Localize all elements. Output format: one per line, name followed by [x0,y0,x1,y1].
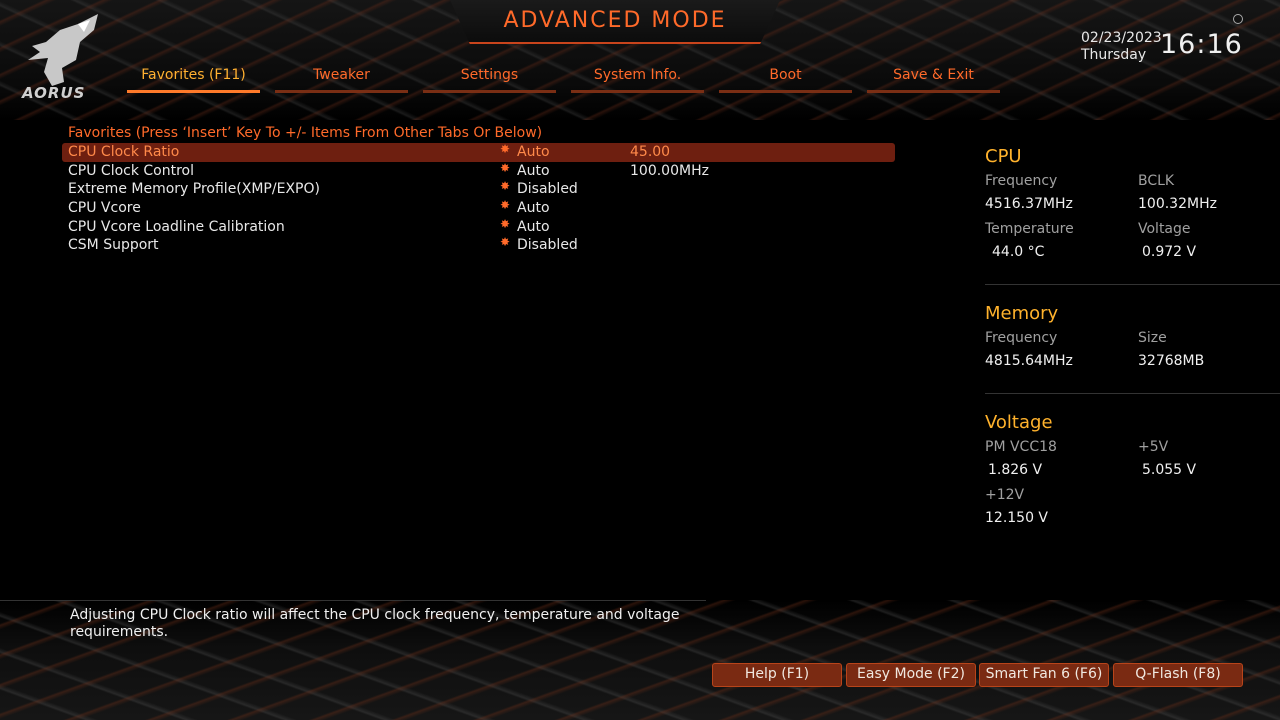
favorite-star-icon: ✸ [500,198,511,213]
voltage-title: Voltage [985,412,1053,433]
setting-value[interactable]: Auto [517,143,550,161]
tab-save-exit[interactable]: Save & Exit [867,64,1000,93]
memory-frequency-label: Frequency [985,330,1058,346]
favorites-header: Favorites (Press ‘Insert’ Key To +/- Ite… [68,125,543,141]
voltage-section: Voltage PM VCC18 +5V 1.826 V 5.055 V +12… [985,412,1280,535]
memory-frequency-value: 4815.64MHz [985,353,1073,369]
voltage-pm-5v: PM VCC18 +5V 1.826 V 5.055 V [985,439,1280,487]
cpu-bclk-value: 100.32MHz [1138,196,1217,212]
cpu-bclk-label: BCLK [1138,173,1175,189]
setting-row-cpu-vcore-llc[interactable]: CPU Vcore Loadline Calibration ✸ Auto [62,216,895,237]
setting-label: CSM Support [68,237,159,254]
memory-size-label: Size [1138,330,1167,346]
setting-row-cpu-clock-ratio[interactable]: CPU Clock Ratio ✸ Auto 45.00 [62,142,895,162]
setting-label: Extreme Memory Profile(XMP/EXPO) [68,181,320,198]
q-flash-button[interactable]: Q-Flash (F8) [1113,663,1243,687]
cpu-frequency-value: 4516.37MHz [985,196,1073,212]
pm-vcc18-label: PM VCC18 [985,439,1057,455]
plus5v-label: +5V [1138,439,1169,455]
memory-section: Memory Frequency Size 4815.64MHz 32768MB [985,303,1280,378]
tab-boot[interactable]: Boot [719,64,852,93]
plus5v-value: 5.055 V [1142,462,1197,478]
tab-favorites[interactable]: Favorites (F11) [127,64,260,93]
tab-tweaker[interactable]: Tweaker [275,64,408,93]
setting-row-xmp-expo[interactable]: Extreme Memory Profile(XMP/EXPO) ✸ Disab… [62,179,895,199]
date-display: 02/23/2023 Thursday [1081,30,1162,64]
cpu-temperature-label: Temperature [985,221,1074,237]
date: 02/23/2023 [1081,30,1162,46]
settings-dot-icon[interactable] [1233,14,1243,24]
time-display: 16:16 [1160,29,1243,60]
setting-row-cpu-vcore[interactable]: CPU Vcore ✸ Auto [62,198,895,218]
setting-value[interactable]: Disabled [517,180,578,198]
setting-current: 100.00MHz [630,162,709,179]
voltage-12v: +12V 12.150 V [985,487,1280,535]
day: Thursday [1081,47,1147,63]
favorite-star-icon: ✸ [500,179,511,194]
setting-value[interactable]: Auto [517,162,550,180]
mode-title: ADVANCED MODE [503,8,727,33]
tab-settings[interactable]: Settings [423,64,556,93]
memory-size-value: 32768MB [1138,353,1205,369]
setting-label: CPU Vcore [68,200,141,217]
cpu-voltage-value: 0.972 V [1142,244,1197,260]
favorite-star-icon: ✸ [500,160,511,175]
aorus-logo-text: AORUS [22,84,86,102]
favorite-star-icon: ✸ [500,142,511,156]
setting-value[interactable]: Auto [517,218,550,236]
setting-value[interactable]: Disabled [517,236,578,254]
setting-current: 45.00 [630,144,671,160]
setting-label: CPU Clock Ratio [68,144,180,160]
favorite-star-icon: ✸ [500,216,511,231]
setting-label: CPU Vcore Loadline Calibration [68,218,285,235]
smart-fan-button[interactable]: Smart Fan 6 (F6) [979,663,1109,687]
cpu-section: CPU Frequency BCLK 4516.37MHz 100.32MHz … [985,146,1280,269]
help-text: Adjusting CPU Clock ratio will affect th… [70,607,680,640]
memory-freq-size: Frequency Size 4815.64MHz 32768MB [985,330,1280,378]
setting-row-cpu-clock-control[interactable]: CPU Clock Control ✸ Auto 100.00MHz [62,160,895,181]
easy-mode-button[interactable]: Easy Mode (F2) [846,663,976,687]
section-divider [985,393,1280,394]
cpu-voltage-label: Voltage [1138,221,1191,237]
setting-row-csm-support[interactable]: CSM Support ✸ Disabled [62,235,895,255]
favorites-list: CPU Clock Ratio ✸ Auto 45.00 CPU Clock C… [62,142,895,255]
setting-label: CPU Clock Control [68,162,195,179]
tab-system-info[interactable]: System Info. [571,64,704,93]
favorite-star-icon: ✸ [500,235,511,250]
help-area-divider [0,600,706,601]
cpu-frequency-label: Frequency [985,173,1058,189]
cpu-temp-voltage: Temperature Voltage 44.0 °C 0.972 V [985,221,1280,269]
cpu-freq-bclk: Frequency BCLK 4516.37MHz 100.32MHz [985,173,1280,221]
memory-title: Memory [985,303,1059,324]
setting-value[interactable]: Auto [517,199,550,217]
section-divider [985,284,1280,285]
help-button[interactable]: Help (F1) [712,663,842,687]
plus12v-label: +12V [985,487,1025,503]
pm-vcc18-value: 1.826 V [988,462,1043,478]
cpu-temperature-value: 44.0 °C [992,244,1045,260]
plus12v-value: 12.150 V [985,510,1049,526]
cpu-title: CPU [985,146,1022,167]
